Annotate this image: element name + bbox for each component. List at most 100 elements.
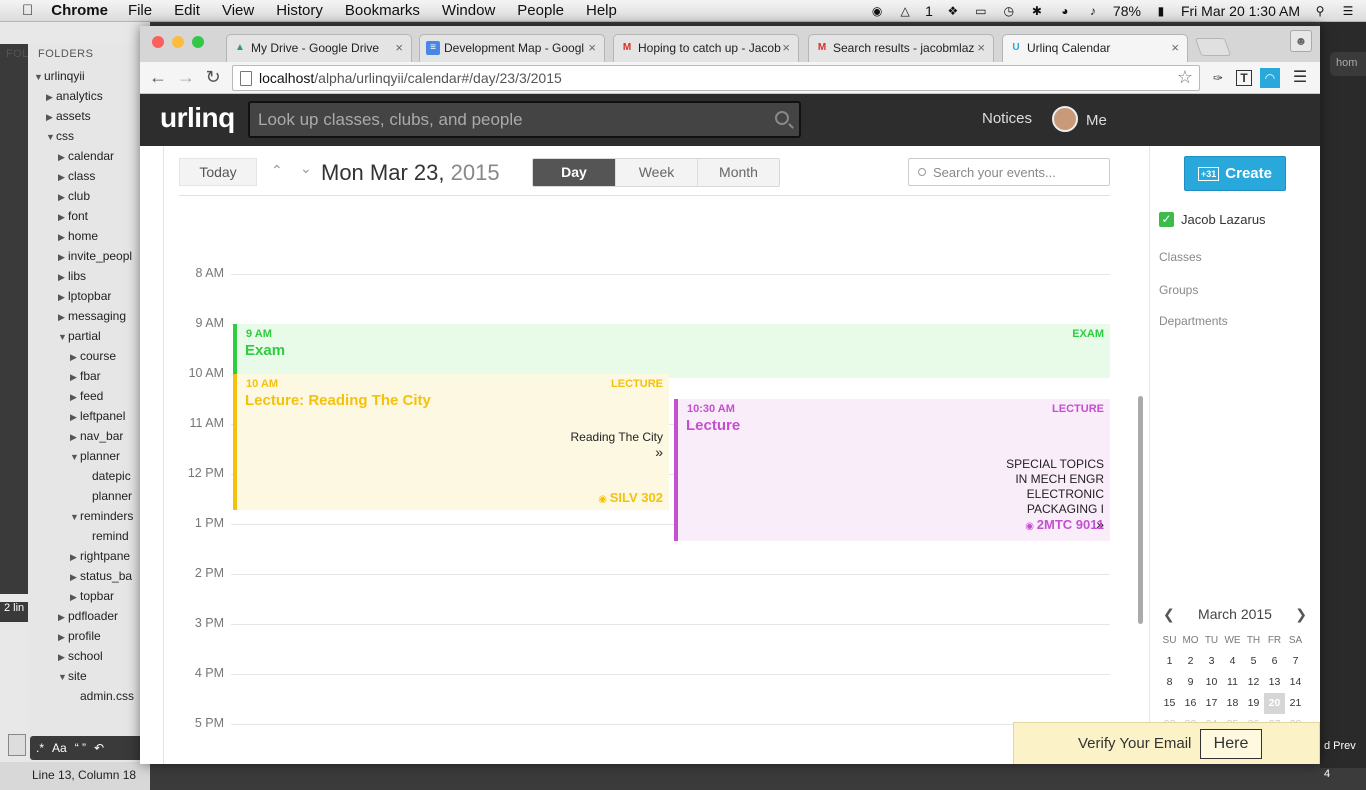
mini-calendar-day[interactable]: 5 <box>1243 651 1264 672</box>
calendar-event[interactable]: 10:30 AM LECTURE Lecture SPECIAL TOPICS IN … <box>674 399 1110 541</box>
calendar-scrollbar[interactable] <box>1138 396 1143 624</box>
calendar-event[interactable]: 10 AM LECTURE Lecture: Reading The City Rea… <box>233 374 669 510</box>
wrap-toggle-icon[interactable]: ↶ <box>94 741 104 755</box>
whole-word-toggle[interactable]: “ ” <box>75 741 86 755</box>
tab-1[interactable]: ▲ My Drive - Google Drive × <box>226 34 412 62</box>
menu-edit[interactable]: Edit <box>174 2 200 19</box>
urlinq-logo[interactable]: urlinq <box>160 102 235 134</box>
view-tab-month[interactable]: Month <box>697 159 779 186</box>
folder-tree-item[interactable]: ▶ rightpane <box>70 546 130 566</box>
regex-toggle-icon[interactable]: .* <box>36 741 44 755</box>
previous-day-icon[interactable]: ⌃ <box>271 162 283 179</box>
tab-close-icon[interactable]: × <box>977 40 985 55</box>
mini-calendar-day[interactable]: 2 <box>1180 651 1201 672</box>
folder-tree-item[interactable]: ▶ font <box>58 206 88 226</box>
mini-calendar-day[interactable]: 19 <box>1243 693 1264 714</box>
profile-icon[interactable]: ☻ <box>1290 30 1312 52</box>
mini-calendar-day[interactable]: 20 <box>1264 693 1285 714</box>
address-bar[interactable]: localhost/alpha/urlinqyii/calendar#/day/… <box>232 65 1200 91</box>
folder-tree-item[interactable]: remind <box>82 526 129 546</box>
creative-cloud-icon[interactable]: ◉ <box>869 5 885 17</box>
view-tab-week[interactable]: Week <box>615 159 697 186</box>
mini-calendar-day[interactable]: 10 <box>1201 672 1222 693</box>
panel-toggle-icon[interactable] <box>8 734 26 756</box>
eyedropper-extension-icon[interactable]: ✑ <box>1208 68 1228 88</box>
reload-icon[interactable]: ↻ <box>203 67 223 88</box>
urlinq-extension-icon[interactable]: ◠ <box>1260 68 1280 88</box>
volume-icon[interactable]: ♪ <box>1085 5 1101 17</box>
expand-more-icon[interactable]: » <box>571 445 663 460</box>
folder-tree-item[interactable]: ▶ calendar <box>58 146 114 166</box>
mini-calendar-day[interactable]: 18 <box>1222 693 1243 714</box>
folder-tree-item[interactable]: ▶ home <box>58 226 98 246</box>
forward-icon[interactable]: → <box>176 67 196 88</box>
tab-4[interactable]: M Search results - jacobmlaz × <box>808 34 994 62</box>
folder-tree-item[interactable]: ▶ course <box>70 346 116 366</box>
folder-tree-item[interactable]: ▶ status_ba <box>70 566 132 586</box>
verify-here-button[interactable]: Here <box>1200 729 1262 759</box>
tab-close-icon[interactable]: × <box>395 40 403 55</box>
folder-tree-item[interactable]: ▼partial <box>58 326 101 346</box>
departments-link[interactable]: Departments <box>1159 314 1228 328</box>
mini-calendar-day[interactable]: 4 <box>1222 651 1243 672</box>
folder-tree-item[interactable]: ▶ feed <box>70 386 103 406</box>
case-toggle[interactable]: Aa <box>52 741 67 755</box>
menu-file[interactable]: File <box>128 2 152 19</box>
folder-tree-item[interactable]: ▼urlinqyii <box>34 66 85 86</box>
mini-calendar-day[interactable]: 6 <box>1264 651 1285 672</box>
folder-tree-item[interactable]: ▶ school <box>58 646 103 666</box>
avatar[interactable] <box>1052 106 1078 132</box>
mini-calendar-day[interactable]: 12 <box>1243 672 1264 693</box>
menu-window[interactable]: Window <box>442 2 495 19</box>
next-day-icon[interactable]: ⌄ <box>300 160 312 177</box>
mini-calendar-day[interactable]: 14 <box>1285 672 1306 693</box>
mini-calendar-day[interactable]: 11 <box>1222 672 1243 693</box>
folder-tree-item[interactable]: ▶ fbar <box>70 366 101 386</box>
today-button[interactable]: Today <box>179 158 257 186</box>
mini-calendar-day[interactable]: 16 <box>1180 693 1201 714</box>
mini-calendar-day[interactable]: 3 <box>1201 651 1222 672</box>
folder-tree-item[interactable]: ▶ club <box>58 186 90 206</box>
folder-tree-item[interactable]: ▶ assets <box>46 106 91 126</box>
classes-link[interactable]: Classes <box>1159 250 1202 264</box>
t-extension-icon[interactable]: T <box>1236 70 1252 86</box>
folder-tree-item[interactable]: ▶ topbar <box>70 586 114 606</box>
menu-history[interactable]: History <box>276 2 323 19</box>
mini-calendar-day[interactable]: 17 <box>1201 693 1222 714</box>
prev-month-icon[interactable]: ❮ <box>1163 606 1175 623</box>
folder-tree-item[interactable]: admin.css <box>70 686 134 706</box>
tab-3[interactable]: M Hoping to catch up - Jacob × <box>613 34 799 62</box>
folder-tree-item[interactable]: ▶ nav_bar <box>70 426 123 446</box>
folder-tree-item[interactable]: ▶ profile <box>58 626 101 646</box>
menu-help[interactable]: Help <box>586 2 617 19</box>
wifi-icon[interactable]: ◕ <box>1057 5 1073 17</box>
bluetooth-icon[interactable]: ✱ <box>1029 5 1045 17</box>
battery-icon[interactable]: ▮ <box>1153 5 1169 17</box>
next-month-icon[interactable]: ❯ <box>1295 606 1307 623</box>
folder-tree-item[interactable]: ▶ class <box>58 166 95 186</box>
tab-2[interactable]: ≡ Development Map - Googl × <box>419 34 605 62</box>
app-menu-chrome[interactable]: Chrome <box>51 2 108 19</box>
chrome-menu-icon[interactable]: ☰ <box>1290 68 1310 88</box>
folder-tree-item[interactable]: ▼site <box>58 666 87 686</box>
tab-close-icon[interactable]: × <box>1171 40 1179 55</box>
tab-close-icon[interactable]: × <box>588 40 596 55</box>
menu-view[interactable]: View <box>222 2 254 19</box>
tab-5[interactable]: U Urlinq Calendar × <box>1002 34 1188 62</box>
mini-calendar-day[interactable]: 1 <box>1159 651 1180 672</box>
mini-calendar-day[interactable]: 13 <box>1264 672 1285 693</box>
create-button[interactable]: +31 Create <box>1184 156 1286 191</box>
calendar-event[interactable]: 9 AM EXAM Exam <box>233 324 1110 378</box>
folder-tree-item[interactable]: ▶ messaging <box>58 306 126 326</box>
mini-calendar-day[interactable]: 7 <box>1285 651 1306 672</box>
folder-tree-item[interactable]: ▼css <box>46 126 74 146</box>
folder-tree-item[interactable]: ▶ pdfloader <box>58 606 118 626</box>
groups-link[interactable]: Groups <box>1159 283 1198 297</box>
time-machine-icon[interactable]: ◷ <box>1001 5 1017 17</box>
airplay-icon[interactable]: ▭ <box>973 5 989 17</box>
mini-calendar-day[interactable]: 8 <box>1159 672 1180 693</box>
bookmark-star-icon[interactable]: ☆ <box>1177 67 1193 88</box>
notification-center-icon[interactable]: ☰ <box>1340 5 1356 17</box>
me-link[interactable]: Me <box>1086 112 1107 129</box>
mini-calendar-day[interactable]: 21 <box>1285 693 1306 714</box>
